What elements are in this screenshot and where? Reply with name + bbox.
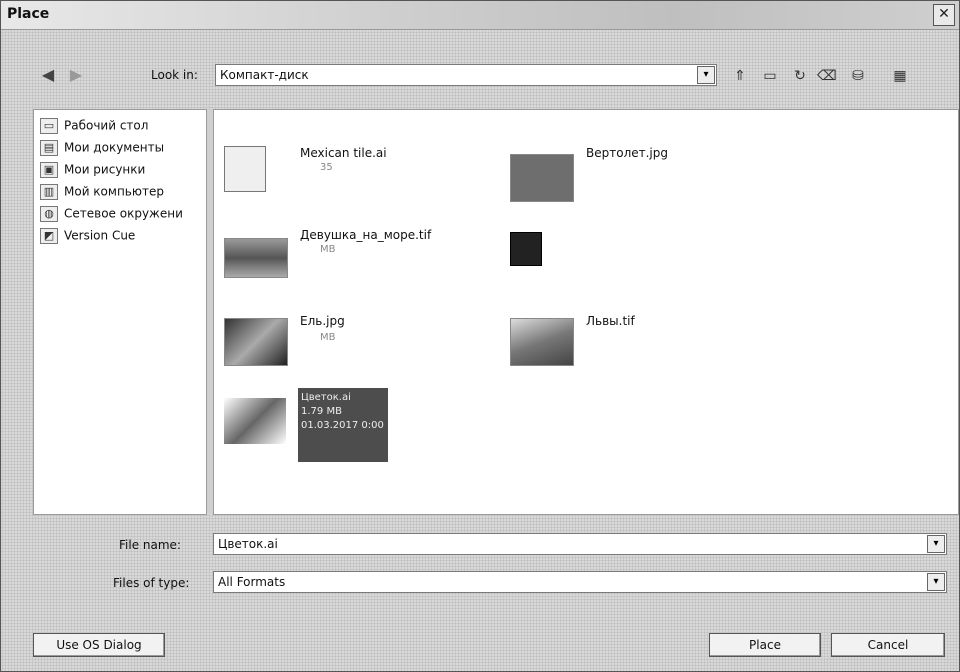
forward-arrow-icon[interactable]: ▶ xyxy=(65,67,87,83)
places-sidebar: ▭ Рабочий стол ▤ Мои документы ▣ Мои рисунк… xyxy=(33,109,207,515)
file-type-select[interactable]: All Formats ▾ xyxy=(213,571,947,593)
file-name: Львы.tif xyxy=(586,314,635,328)
chevron-down-icon[interactable]: ▾ xyxy=(927,535,945,553)
desktop-icon: ▭ xyxy=(40,118,58,134)
photo-thumb xyxy=(510,318,574,366)
file-name: Ель.jpg xyxy=(300,314,345,328)
sidebar-item-version-cue[interactable]: ◩ Version Cue xyxy=(40,228,135,246)
new-folder-icon[interactable]: ▭ xyxy=(761,68,779,84)
selected-file-name: Цветок.ai xyxy=(301,392,351,403)
place-button[interactable]: Place xyxy=(709,633,821,657)
chevron-down-icon[interactable]: ▾ xyxy=(697,66,715,84)
network-icon: ◍ xyxy=(40,206,58,222)
cancel-button[interactable]: Cancel xyxy=(831,633,945,657)
sidebar-item-label: Мои документы xyxy=(64,140,165,155)
sidebar-item-label: Рабочий стол xyxy=(64,118,149,133)
sidebar-item-desktop[interactable]: ▭ Рабочий стол xyxy=(40,118,148,136)
sidebar-item-label: Мои рисунки xyxy=(64,162,146,177)
version-cue-icon: ◩ xyxy=(40,228,58,244)
back-arrow-icon[interactable]: ◀ xyxy=(37,67,59,83)
sidebar-item-computer[interactable]: ▥ Мой компьютер xyxy=(40,184,164,202)
file-name: Вертолет.jpg xyxy=(586,146,668,160)
up-folder-icon[interactable]: ⇑ xyxy=(731,68,749,84)
file-name-field[interactable]: Цветок.ai ▾ xyxy=(213,533,947,555)
file-size: MB xyxy=(320,332,336,343)
ai-file-icon xyxy=(224,146,266,192)
sidebar-item-label: Version Cue xyxy=(64,228,136,243)
use-os-dialog-button[interactable]: Use OS Dialog xyxy=(33,633,165,657)
file-list: Mexican tile.ai 35 Вертолет.jpg Девушка_… xyxy=(213,109,959,515)
file-size: MB xyxy=(320,244,336,255)
chevron-down-icon[interactable]: ▾ xyxy=(927,573,945,591)
sidebar-item-label: Мой компьютер xyxy=(64,184,164,199)
selected-file-date: 01.03.2017 0:00 xyxy=(301,420,384,431)
computer-icon: ▥ xyxy=(40,184,58,200)
refresh-icon[interactable]: ↻ xyxy=(791,68,809,84)
photoshop-file-icon xyxy=(510,232,542,266)
place-dialog: Place ✕ ◀ ▶ Look in: Компакт-диск ▾ ⇑ ▭ … xyxy=(0,0,960,672)
close-button[interactable]: ✕ xyxy=(933,4,955,26)
sidebar-item-label: Сетевое окружени xyxy=(64,206,183,221)
sidebar-item-pictures[interactable]: ▣ Мои рисунки xyxy=(40,162,145,180)
drive-menu-icon[interactable]: ⛁ xyxy=(849,68,867,84)
photo-thumb xyxy=(224,318,288,366)
view-menu-icon[interactable]: ▦ xyxy=(891,68,909,84)
look-in-label: Look in: xyxy=(151,68,198,82)
file-name: Девушка_на_море.tif xyxy=(300,228,432,242)
sidebar-item-network[interactable]: ◍ Сетевое окружени xyxy=(40,206,183,224)
sidebar-item-documents[interactable]: ▤ Мои документы xyxy=(40,140,164,158)
title-bar: Place ✕ xyxy=(1,1,959,30)
photo-thumb xyxy=(224,238,288,278)
toolbar: ◀ ▶ Look in: Компакт-диск ▾ ⇑ ▭ ↻ ⌫ ⛁ ▦ xyxy=(1,61,959,89)
selected-file-info: Цветок.ai 1.79 MB 01.03.2017 0:00 xyxy=(298,388,388,462)
look-in-dropdown[interactable]: Компакт-диск ▾ xyxy=(215,64,717,86)
photo-thumb xyxy=(510,154,574,202)
file-size: 35 xyxy=(320,162,333,173)
look-in-value: Компакт-диск xyxy=(220,68,309,82)
file-name-value: Цветок.ai xyxy=(218,537,278,551)
file-name: Mexican tile.ai xyxy=(300,146,387,160)
selected-file-size: 1.79 MB xyxy=(301,406,342,417)
flower-thumb xyxy=(224,398,286,444)
file-type-label: Files of type: xyxy=(113,576,190,590)
dialog-title: Place xyxy=(7,6,50,22)
delete-icon[interactable]: ⌫ xyxy=(817,68,837,84)
pictures-icon: ▣ xyxy=(40,162,58,178)
file-name-label: File name: xyxy=(119,538,181,552)
file-type-value: All Formats xyxy=(218,575,286,589)
documents-icon: ▤ xyxy=(40,140,58,156)
